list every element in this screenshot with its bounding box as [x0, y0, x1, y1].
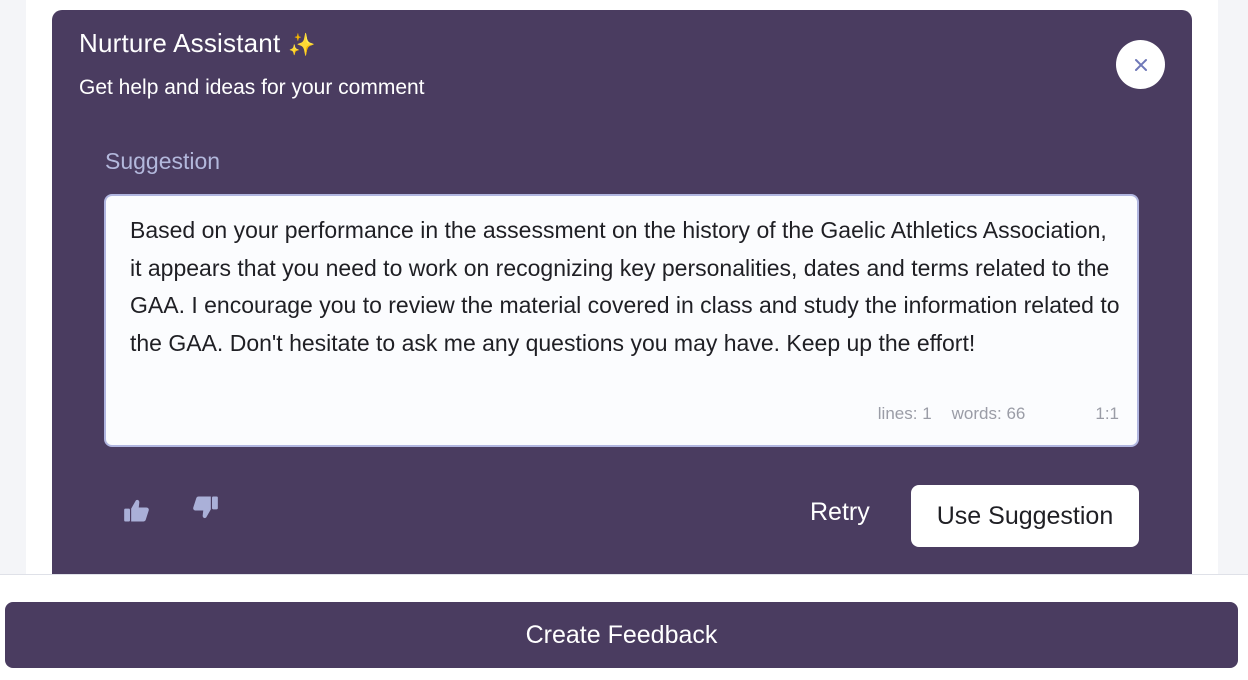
cursor-position: 1:1	[1095, 404, 1119, 423]
close-button[interactable]	[1116, 40, 1165, 89]
suggestion-label: Suggestion	[105, 148, 221, 174]
assistant-title-text: Nurture Assistant	[79, 28, 281, 58]
thumbs-up-button[interactable]	[122, 496, 152, 526]
suggestion-text[interactable]: Based on your performance in the assessm…	[130, 212, 1120, 388]
close-icon	[1134, 58, 1147, 71]
editor-status-bar: lines: 1 words: 66 1:1	[106, 404, 1119, 424]
use-suggestion-button[interactable]: Use Suggestion	[911, 485, 1139, 547]
thumbs-down-button[interactable]	[190, 492, 220, 522]
create-feedback-button[interactable]: Create Feedback	[5, 602, 1238, 668]
thumbs-up-icon	[124, 499, 149, 522]
assistant-title: Nurture Assistant ✨	[79, 28, 316, 59]
line-count: lines: 1	[877, 404, 932, 423]
nurture-assistant-panel: Nurture Assistant ✨ Get help and ideas fo…	[52, 10, 1192, 574]
suggestion-editor[interactable]: Based on your performance in the assessm…	[104, 194, 1139, 447]
thumbs-down-icon	[193, 496, 218, 519]
sparkle-icon: ✨	[288, 32, 316, 57]
retry-button[interactable]: Retry	[810, 498, 870, 527]
assistant-subtitle: Get help and ideas for your comment	[79, 76, 425, 99]
word-count: words: 66	[951, 404, 1026, 423]
